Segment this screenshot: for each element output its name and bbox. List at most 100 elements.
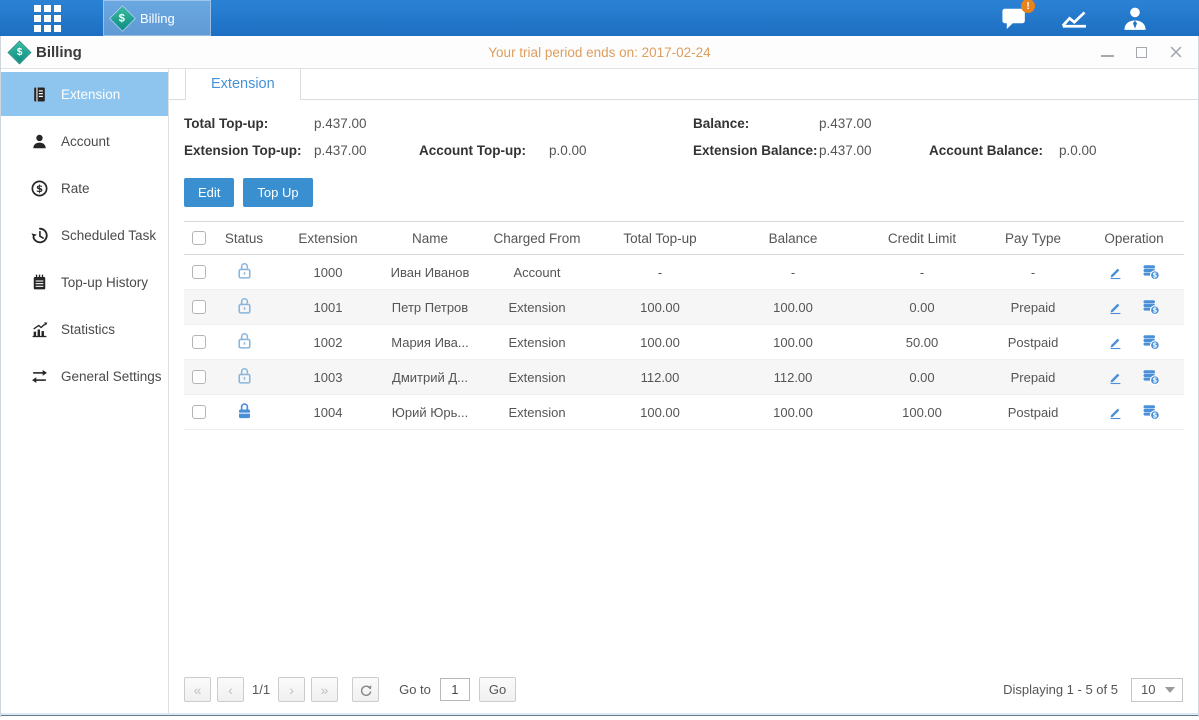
status-cell [214, 395, 274, 430]
account-balance-label: Account Balance: [929, 143, 1059, 158]
topup-coins-icon[interactable] [1142, 369, 1160, 385]
sidebar-item-statistics[interactable]: Statistics [1, 307, 168, 351]
sidebar-menu: Extension Account Rate Scheduled Task To… [1, 69, 169, 713]
sidebar-item-label: Extension [61, 87, 120, 102]
user-icon [1121, 5, 1149, 31]
next-page-button[interactable]: › [278, 677, 305, 702]
column-credit-limit: Credit Limit [862, 222, 982, 255]
balance-summary: Total Top-up: p.437.00 Balance: p.437.00… [184, 116, 1183, 158]
edit-pencil-icon[interactable] [1108, 335, 1123, 350]
refresh-button[interactable] [352, 677, 379, 702]
sidebar-item-top-up-history[interactable]: Top-up History [1, 260, 168, 304]
lock-open-icon [236, 261, 253, 280]
sidebar-item-label: General Settings [61, 369, 162, 384]
taskbar-item-billing[interactable]: $ Billing [103, 0, 211, 36]
edit-pencil-icon[interactable] [1108, 370, 1123, 385]
messages-button[interactable]: ! [1001, 6, 1027, 30]
column-charged-from: Charged From [478, 222, 596, 255]
page-size-value: 10 [1141, 682, 1155, 697]
sidebar-item-scheduled-task[interactable]: Scheduled Task [1, 213, 168, 257]
operation-cell [1084, 325, 1184, 360]
app-grid-icon[interactable] [34, 5, 61, 32]
lock-open-icon [236, 296, 253, 315]
column-name: Name [382, 222, 478, 255]
topup-button[interactable]: Top Up [243, 178, 312, 207]
edit-pencil-icon[interactable] [1108, 265, 1123, 280]
account-balance-value: p.0.00 [1059, 143, 1183, 158]
sidebar-item-rate[interactable]: Rate [1, 166, 168, 210]
select-all-checkbox[interactable] [192, 231, 206, 245]
operation-cell [1084, 290, 1184, 325]
close-icon [1170, 46, 1182, 58]
name-cell: Петр Петров [382, 290, 478, 325]
topup-coins-icon[interactable] [1142, 404, 1160, 420]
billing-app-icon: $ [110, 6, 134, 30]
pay-type-cell: Prepaid [982, 290, 1084, 325]
pay-type-cell: Postpaid [982, 395, 1084, 430]
goto-label: Go to [399, 682, 431, 697]
row-checkbox[interactable] [192, 300, 206, 314]
extension-cell: 1001 [274, 290, 382, 325]
row-checkbox[interactable] [192, 405, 206, 419]
table-header-row: Status Extension Name Charged From Total… [184, 222, 1184, 255]
table-row: 1004 Юрий Юрь... Extension 100.00 100.00… [184, 395, 1184, 430]
window-titlebar: $ Billing Your trial period ends on: 201… [1, 36, 1198, 69]
table-row: 1000 Иван Иванов Account - - - - [184, 255, 1184, 290]
operation-cell [1084, 395, 1184, 430]
row-checkbox[interactable] [192, 370, 206, 384]
credit-limit-cell: 50.00 [862, 325, 982, 360]
extension-cell: 1002 [274, 325, 382, 360]
tab-extension[interactable]: Extension [185, 68, 301, 100]
billing-window-icon: $ [9, 41, 30, 62]
page-size-select[interactable]: 10 [1131, 678, 1183, 702]
first-page-button[interactable]: « [184, 677, 211, 702]
main-content: Extension Total Top-up: p.437.00 Balance… [169, 69, 1198, 713]
goto-page-input[interactable] [440, 678, 470, 701]
name-cell: Мария Ива... [382, 325, 478, 360]
account-button[interactable] [1121, 5, 1149, 31]
sidebar-item-account[interactable]: Account [1, 119, 168, 163]
status-cell [214, 325, 274, 360]
close-button[interactable] [1169, 46, 1182, 59]
last-page-button[interactable]: » [311, 677, 338, 702]
balance-cell: 112.00 [724, 360, 862, 395]
status-cell [214, 360, 274, 395]
sidebar-item-label: Statistics [61, 322, 115, 337]
topup-coins-icon[interactable] [1142, 299, 1160, 315]
sidebar-item-general-settings[interactable]: General Settings [1, 354, 168, 398]
row-checkbox[interactable] [192, 265, 206, 279]
table-row: 1001 Петр Петров Extension 100.00 100.00… [184, 290, 1184, 325]
total-topup-cell: 100.00 [596, 395, 724, 430]
column-balance: Balance [724, 222, 862, 255]
credit-limit-cell: - [862, 255, 982, 290]
balance-cell: - [724, 255, 862, 290]
topup-coins-icon[interactable] [1142, 264, 1160, 280]
chevron-down-icon [1165, 687, 1175, 693]
edit-button[interactable]: Edit [184, 178, 234, 207]
prev-page-button[interactable]: ‹ [217, 677, 244, 702]
edit-pencil-icon[interactable] [1108, 300, 1123, 315]
lock-closed-icon [236, 401, 253, 420]
operation-cell [1084, 360, 1184, 395]
extension-cell: 1004 [274, 395, 382, 430]
charged-from-cell: Account [478, 255, 596, 290]
charged-from-cell: Extension [478, 290, 596, 325]
reports-button[interactable] [1060, 6, 1088, 30]
extension-table: Status Extension Name Charged From Total… [184, 221, 1184, 430]
taskbar-item-label: Billing [140, 11, 175, 26]
page-indicator: 1/1 [252, 682, 270, 697]
topup-coins-icon[interactable] [1142, 334, 1160, 350]
maximize-button[interactable] [1135, 46, 1148, 59]
sidebar-item-extension[interactable]: Extension [1, 72, 168, 116]
go-button[interactable]: Go [479, 677, 516, 702]
sidebar-item-label: Top-up History [61, 275, 148, 290]
transfer-arrows-icon [31, 368, 48, 385]
bar-chart-icon [31, 321, 48, 338]
row-checkbox[interactable] [192, 335, 206, 349]
lock-open-icon [236, 366, 253, 385]
edit-pencil-icon[interactable] [1108, 405, 1123, 420]
minimize-button[interactable] [1101, 46, 1114, 59]
balance-cell: 100.00 [724, 325, 862, 360]
credit-limit-cell: 0.00 [862, 360, 982, 395]
window-title: Billing [36, 44, 82, 61]
